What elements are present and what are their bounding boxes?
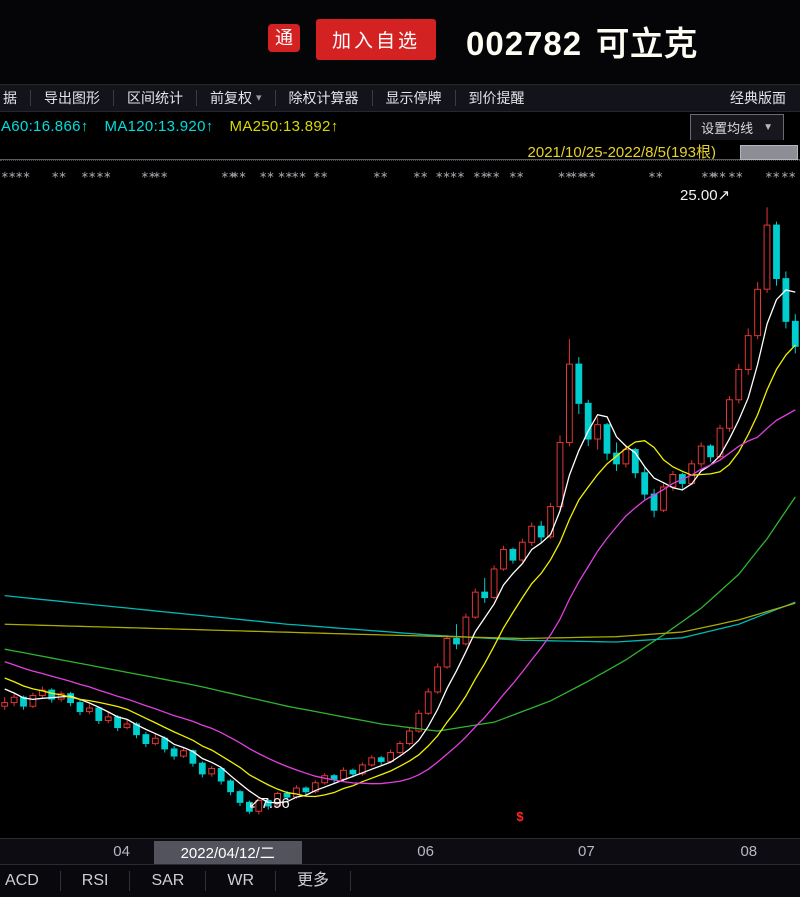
event-marker[interactable]: ∗∗ [153,171,168,181]
ma-indicator-row: A60:16.866↑ MA120:13.920↑ MA250:13.892↑ 设置… [0,112,800,140]
x-tick-08: 08 [740,843,757,860]
event-marker[interactable]: ∗∗ [765,171,780,181]
high-price-label: 25.00↗ [680,186,730,204]
add-to-watchlist-button[interactable]: 加入自选 [316,19,436,60]
menu-item-3[interactable]: 前复权▾ [196,90,275,106]
event-marker[interactable]: ∗∗ [485,171,500,181]
menu-item-2[interactable]: 区间统计 [113,90,196,106]
low-price-label: ↙7.96 [248,794,290,812]
event-marker[interactable]: ∗∗ [1,171,16,181]
selected-date-box: 2022/04/12/二 [154,841,302,864]
event-marker[interactable]: ∗∗ [435,171,450,181]
market-tag-badge: 通 [268,24,300,52]
event-marker[interactable]: ∗∗ [449,171,464,181]
candlestick-chart[interactable] [0,161,800,838]
event-marker[interactable]: ∗∗ [51,171,66,181]
x-tick-06: 06 [417,843,434,860]
indicator-toolbar: ACDRSISARWR更多 [0,864,800,897]
event-marker[interactable]: ∗∗ [259,171,274,181]
indicator-tab-0[interactable]: ACD [0,871,61,891]
menu-item-6[interactable]: 到价提醒 [455,90,538,106]
event-marker[interactable]: ∗∗ [231,171,246,181]
stock-title: 002782 可立克 [466,17,698,65]
indicator-tab-4[interactable]: 更多 [276,871,351,891]
chart-scrollbar-thumb[interactable] [740,145,798,160]
event-marker[interactable]: ∗∗ [313,171,328,181]
indicator-tab-3[interactable]: WR [206,871,276,891]
indicator-tab-2[interactable]: SAR [130,871,206,891]
event-marker[interactable]: ∗∗ [509,171,524,181]
chevron-down-icon: ▼ [763,122,773,133]
chart-area: ∗∗∗∗∗∗∗∗∗∗∗∗∗∗∗∗∗∗∗∗∗∗∗∗∗∗∗∗∗∗∗∗∗∗∗∗∗∗∗∗… [0,160,800,838]
event-marker[interactable]: ∗∗ [277,171,292,181]
ma-value-label-1: MA120:13.920↑ [105,118,214,135]
event-marker[interactable]: ∗∗ [15,171,30,181]
stock-name: 可立克 [596,25,698,62]
dividend-marker[interactable]: $ [516,809,523,824]
event-marker[interactable]: ∗∗ [81,171,96,181]
event-marker[interactable]: ∗∗ [96,171,111,181]
event-marker[interactable]: ∗∗ [413,171,428,181]
menu-item-4[interactable]: 除权计算器 [275,90,372,106]
ma-value-label-0: A60:16.866↑ [1,118,89,135]
event-marker[interactable]: ∗∗ [711,171,726,181]
chart-range-row: 2021/10/25-2022/8/5(193根) [0,140,800,160]
event-marker[interactable]: ∗∗ [291,171,306,181]
indicator-tab-1[interactable]: RSI [61,871,131,891]
menu-item-0[interactable]: 据 [0,88,30,108]
menu-item-classic-layout[interactable]: 经典版面 [716,88,800,108]
menu-item-1[interactable]: 导出图形 [30,90,113,106]
event-marker[interactable]: ∗∗ [728,171,743,181]
x-axis: 2022/04/12/二 04 06 07 08 [0,838,800,864]
x-tick-04: 04 [113,843,130,860]
ma-value-label-2: MA250:13.892↑ [230,118,339,135]
ma-settings-label: 设置均线 [701,118,753,137]
event-marker[interactable]: ∗∗ [581,171,596,181]
event-marker[interactable]: ∗∗ [781,171,796,181]
event-marker[interactable]: ∗∗ [373,171,388,181]
chart-menu-bar: 据导出图形区间统计前复权▾除权计算器显示停牌到价提醒 经典版面 [0,84,800,112]
ma-settings-button[interactable]: 设置均线 ▼ [690,114,784,141]
event-marker[interactable]: ∗∗ [648,171,663,181]
window-header: 通 加入自选 002782 可立克 [0,0,800,84]
menu-item-5[interactable]: 显示停牌 [372,90,455,106]
x-tick-07: 07 [578,843,595,860]
stock-code: 002782 [466,25,582,62]
dropdown-caret-icon: ▾ [256,90,262,106]
